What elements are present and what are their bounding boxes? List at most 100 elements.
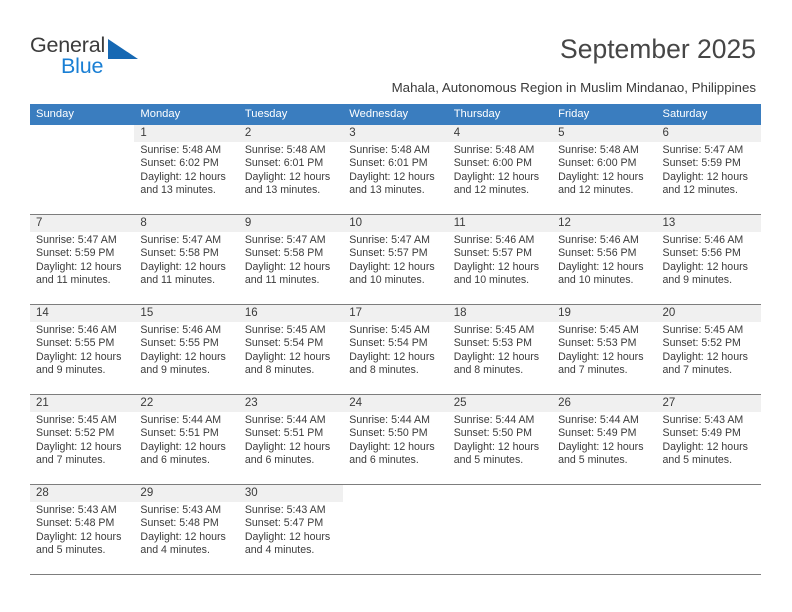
calendar-day-cell[interactable]: 30 Sunrise: 5:43 AM Sunset: 5:47 PM Dayligh… [238,485,344,574]
calendar-day-cell[interactable]: 4 Sunrise: 5:48 AM Sunset: 6:00 PM Daylight… [447,125,553,214]
triangle-icon [108,39,138,59]
day-number: 27 [662,397,676,409]
day-number: 25 [453,397,467,409]
calendar-day-cell[interactable]: 11 Sunrise: 5:46 AM Sunset: 5:57 PM Dayligh… [447,215,553,304]
calendar-day-cell[interactable]: 18 Sunrise: 5:45 AM Sunset: 5:53 PM Dayligh… [447,305,553,394]
sunset-text: Sunset: 5:59 PM [662,157,741,170]
calendar-day-cell[interactable]: 7 Sunrise: 5:47 AM Sunset: 5:59 PM Daylight… [30,215,135,304]
calendar-day-cell[interactable]: 2 Sunrise: 5:48 AM Sunset: 6:01 PM Daylight… [238,125,344,214]
day-details [30,142,134,144]
day-number-band: 19 [552,305,657,322]
calendar-week-row: 21 Sunrise: 5:45 AM Sunset: 5:52 PM Dayligh… [30,394,761,484]
calendar-day-cell[interactable]: 27 Sunrise: 5:43 AM Sunset: 5:49 PM Dayligh… [656,395,761,484]
calendar-day-cell[interactable]: 26 Sunrise: 5:44 AM Sunset: 5:49 PM Dayligh… [552,395,657,484]
calendar-day-cell[interactable]: 28 Sunrise: 5:43 AM Sunset: 5:48 PM Dayligh… [30,485,135,574]
sunrise-text: Sunrise: 5:46 AM [662,234,744,246]
day-details: Sunrise: 5:45 AM Sunset: 5:52 PM Daylight:… [657,322,761,378]
sunset-text: Sunset: 5:55 PM [140,337,219,350]
day-number-band: 5 [552,125,657,142]
sunset-text: Sunset: 5:59 PM [36,247,115,260]
calendar-day-cell[interactable]: 22 Sunrise: 5:44 AM Sunset: 5:51 PM Dayligh… [134,395,239,484]
daylight-text: Daylight: 12 hours [558,260,644,273]
calendar-day-cell[interactable]: 25 Sunrise: 5:44 AM Sunset: 5:50 PM Dayligh… [447,395,553,484]
day-details: Sunrise: 5:44 AM Sunset: 5:51 PM Daylight:… [239,412,343,468]
calendar-day-cell[interactable]: 14 Sunrise: 5:46 AM Sunset: 5:55 PM Dayligh… [30,305,135,394]
sunrise-text: Sunrise: 5:47 AM [244,234,326,246]
day-number-band: 6 [656,125,761,142]
sunrise-text: Sunrise: 5:45 AM [662,324,744,336]
daylight-text: Daylight: 12 hours [140,260,226,273]
daylight-text: Daylight: 12 hours [140,350,226,363]
day-number: 30 [244,487,258,499]
day-number: 2 [244,127,252,139]
daylight-text: and 8 minutes. [453,364,524,377]
day-number: 23 [244,397,258,409]
daylight-text: and 12 minutes. [558,184,634,197]
daylight-text: and 10 minutes. [349,274,425,287]
calendar-day-cell[interactable]: 10 Sunrise: 5:47 AM Sunset: 5:57 PM Dayligh… [343,215,448,304]
sunrise-text: Sunrise: 5:46 AM [140,324,222,336]
daylight-text: and 12 minutes. [453,184,530,197]
daylight-text: and 9 minutes. [662,274,733,287]
calendar-week-row: 7 Sunrise: 5:47 AM Sunset: 5:59 PM Daylight… [30,214,761,304]
calendar-day-cell[interactable]: 13 Sunrise: 5:46 AM Sunset: 5:56 PM Dayligh… [656,215,761,304]
calendar-day-cell[interactable]: 19 Sunrise: 5:45 AM Sunset: 5:53 PM Dayligh… [552,305,657,394]
day-details: Sunrise: 5:47 AM Sunset: 5:58 PM Daylight:… [239,232,343,288]
calendar-day-cell[interactable]: 16 Sunrise: 5:45 AM Sunset: 5:54 PM Dayligh… [238,305,344,394]
day-details: Sunrise: 5:43 AM Sunset: 5:48 PM Daylight:… [134,502,238,558]
sunset-text: Sunset: 5:53 PM [558,337,637,350]
daylight-text: Daylight: 12 hours [349,350,435,363]
calendar-day-cell[interactable]: 8 Sunrise: 5:47 AM Sunset: 5:58 PM Daylight… [134,215,239,304]
general-blue-logo[interactable]: General Blue [30,33,160,83]
calendar-day-cell[interactable]: 5 Sunrise: 5:48 AM Sunset: 6:00 PM Daylight… [552,125,657,214]
day-number: 14 [36,307,49,319]
day-details: Sunrise: 5:48 AM Sunset: 6:01 PM Daylight:… [343,142,447,198]
daylight-text: and 5 minutes. [558,454,628,467]
day-number: 3 [349,127,356,139]
sunset-text: Sunset: 5:57 PM [349,247,428,260]
calendar-day-cell[interactable]: 12 Sunrise: 5:46 AM Sunset: 5:56 PM Dayligh… [552,215,657,304]
day-number-band: 28 [30,485,135,502]
sunset-text: Sunset: 5:56 PM [662,247,741,260]
daylight-text: Daylight: 12 hours [36,530,122,543]
calendar-day-cell[interactable]: 3 Sunrise: 5:48 AM Sunset: 6:01 PM Daylight… [343,125,448,214]
sunset-text: Sunset: 5:54 PM [244,337,324,350]
day-details: Sunrise: 5:45 AM Sunset: 5:54 PM Daylight:… [239,322,343,378]
day-number: 21 [36,397,49,409]
calendar-day-cell[interactable]: 9 Sunrise: 5:47 AM Sunset: 5:58 PM Daylight… [238,215,344,304]
daylight-text: Daylight: 12 hours [140,530,226,543]
calendar-day-cell[interactable]: 1 Sunrise: 5:48 AM Sunset: 6:02 PM Daylight… [134,125,239,214]
sunrise-text: Sunrise: 5:45 AM [558,324,639,336]
day-number: 4 [453,127,461,139]
day-number-band: 12 [552,215,657,232]
sunset-text: Sunset: 5:52 PM [662,337,741,350]
calendar-day-cell[interactable]: 29 Sunrise: 5:43 AM Sunset: 5:48 PM Dayligh… [134,485,239,574]
day-of-week-header-tuesday: Tuesday [244,108,288,120]
day-details: Sunrise: 5:44 AM Sunset: 5:51 PM Daylight:… [134,412,238,468]
calendar-day-cell[interactable]: 15 Sunrise: 5:46 AM Sunset: 5:55 PM Dayligh… [134,305,239,394]
day-number-band [30,125,134,142]
sunrise-text: Sunrise: 5:43 AM [244,504,326,516]
day-details: Sunrise: 5:45 AM Sunset: 5:53 PM Daylight:… [448,322,552,378]
sunset-text: Sunset: 5:58 PM [140,247,219,260]
calendar-day-cell[interactable]: 20 Sunrise: 5:45 AM Sunset: 5:52 PM Dayligh… [656,305,761,394]
day-number: 9 [244,217,252,229]
day-number-band: 13 [656,215,761,232]
page-title: September 2025 [560,34,756,64]
sunrise-text: Sunrise: 5:44 AM [140,414,222,426]
day-number: 5 [558,127,565,139]
daylight-text: Daylight: 12 hours [453,260,540,273]
day-details: Sunrise: 5:48 AM Sunset: 6:00 PM Daylight:… [552,142,656,198]
calendar-day-cell[interactable]: 17 Sunrise: 5:45 AM Sunset: 5:54 PM Dayligh… [343,305,448,394]
daylight-text: Daylight: 12 hours [558,350,644,363]
day-number-band: 26 [552,395,657,412]
calendar-day-cell[interactable]: 23 Sunrise: 5:44 AM Sunset: 5:51 PM Dayligh… [238,395,344,484]
calendar-day-cell[interactable]: 24 Sunrise: 5:44 AM Sunset: 5:50 PM Dayligh… [343,395,448,484]
calendar-day-cell[interactable]: 6 Sunrise: 5:47 AM Sunset: 5:59 PM Daylight… [656,125,761,214]
daylight-text: and 13 minutes. [140,184,216,197]
daylight-text: Daylight: 12 hours [140,170,226,183]
calendar-day-cell[interactable]: 21 Sunrise: 5:45 AM Sunset: 5:52 PM Dayligh… [30,395,135,484]
sunset-text: Sunset: 5:53 PM [453,337,533,350]
sunrise-text: Sunrise: 5:48 AM [558,144,639,156]
day-number: 8 [140,217,147,229]
